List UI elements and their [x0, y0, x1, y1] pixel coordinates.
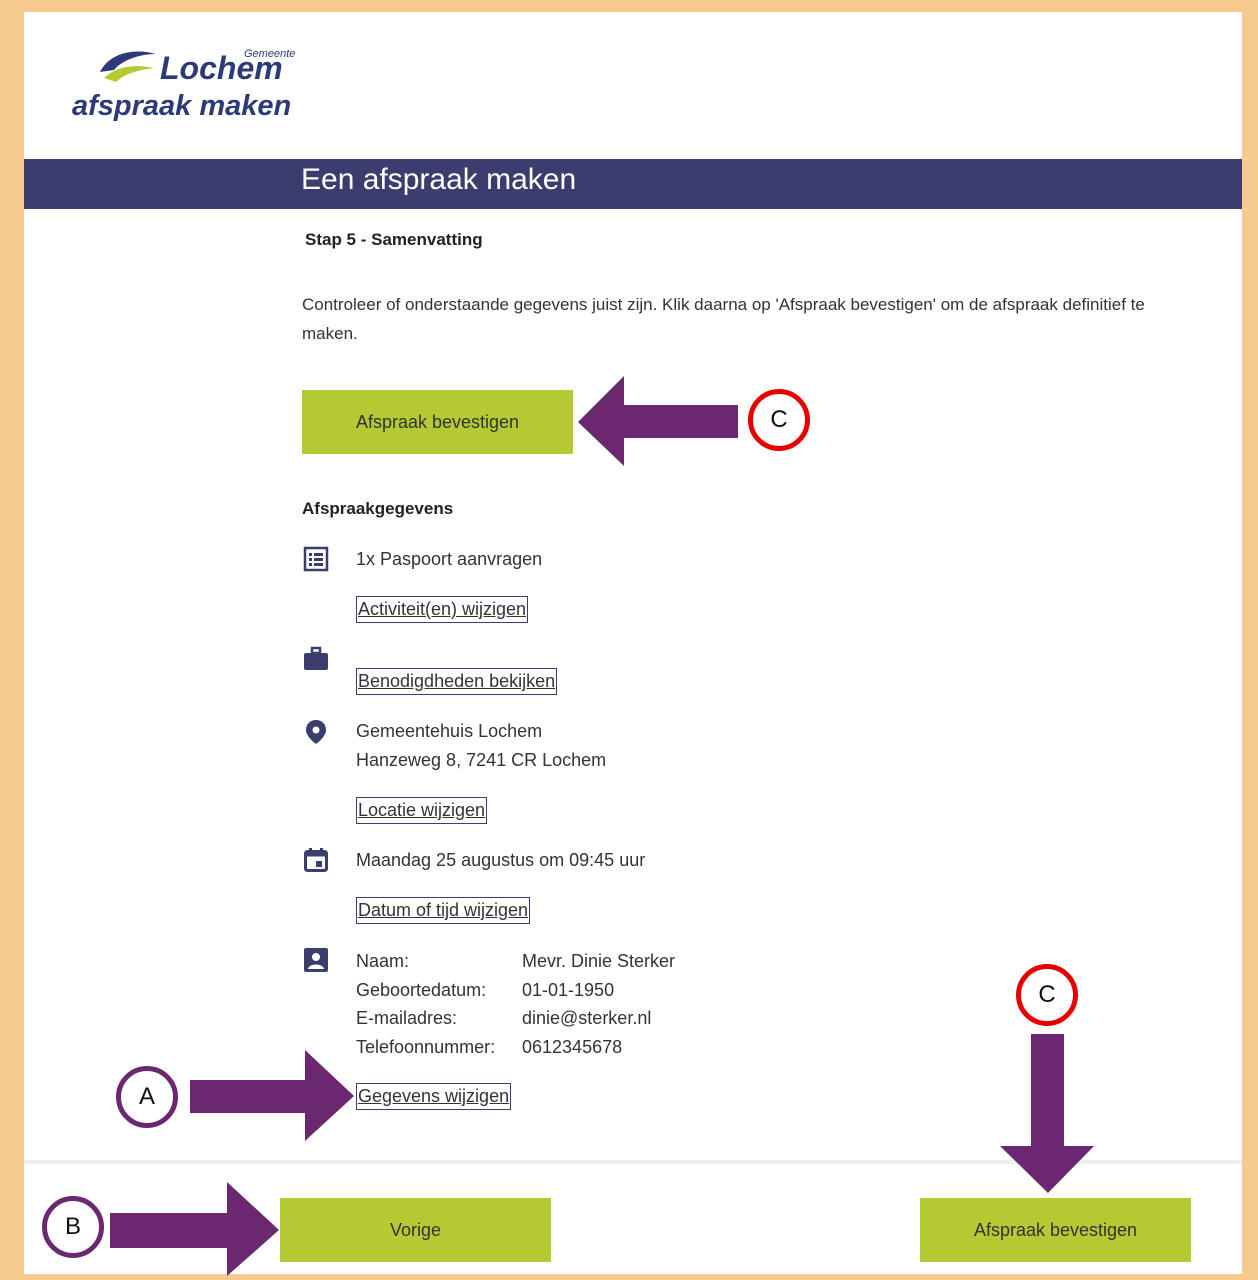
annotation-marker-c-top: C [748, 389, 810, 451]
arrow-b [110, 1182, 279, 1276]
annotation-arrows [110, 376, 1094, 1276]
annotation-marker-a: A [116, 1066, 178, 1128]
arrow-c-bottom [1000, 1034, 1094, 1193]
annotation-marker-c-bottom: C [1016, 964, 1078, 1026]
arrow-c-top [578, 376, 738, 466]
annotation-marker-b: B [42, 1196, 104, 1258]
arrow-a [190, 1050, 354, 1141]
